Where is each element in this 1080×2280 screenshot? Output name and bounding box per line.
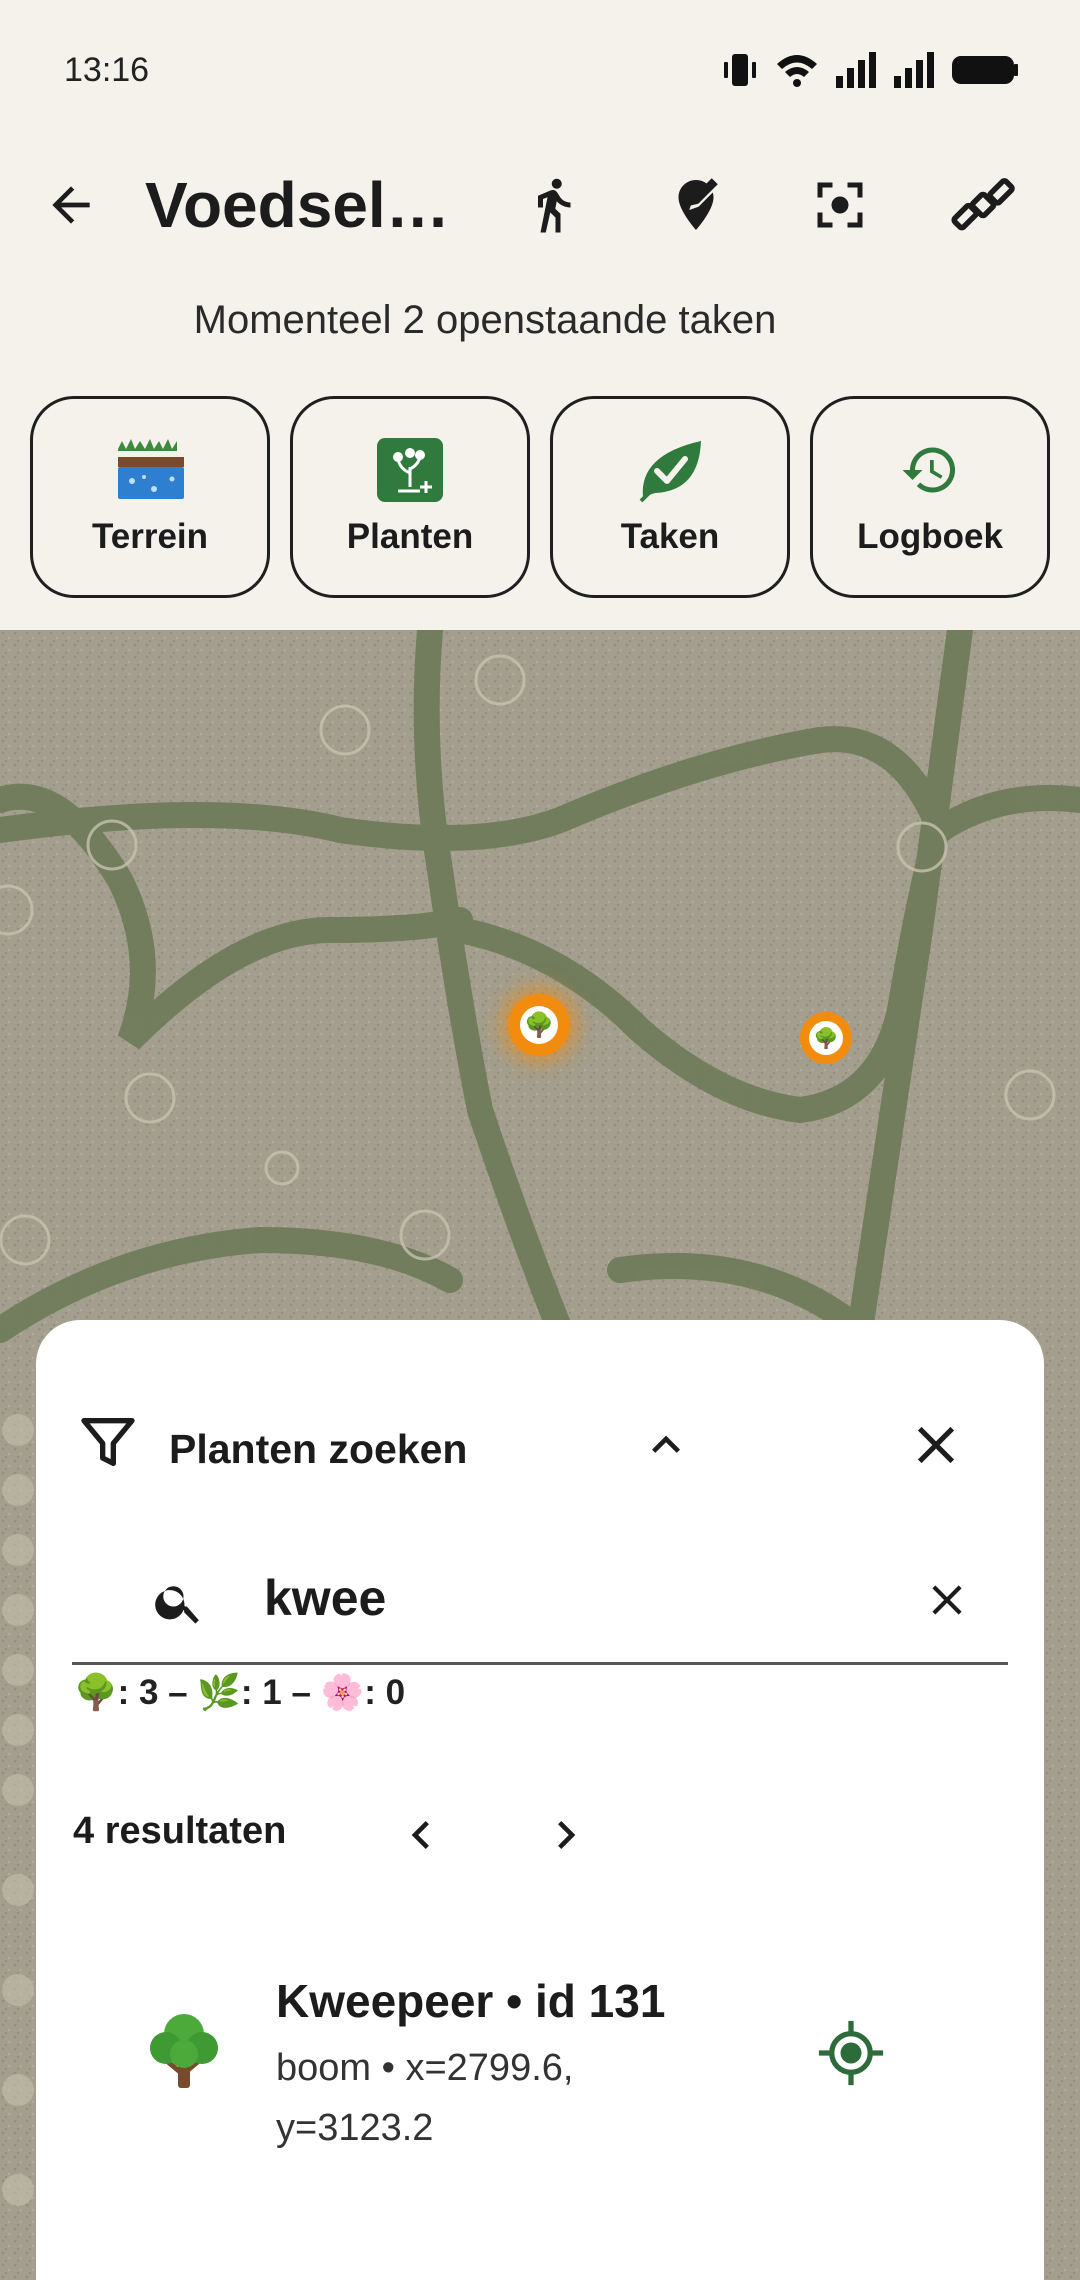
status-bar: 13:16 <box>0 0 1080 140</box>
plants-button[interactable]: Planten <box>290 396 530 598</box>
status-time: 13:16 <box>64 50 150 89</box>
focus-icon <box>817 182 863 228</box>
terrain-label: Terrein <box>91 517 209 556</box>
walk-button[interactable] <box>498 150 608 260</box>
tree-marker[interactable]: 🌳 <box>508 994 570 1056</box>
terrain-button[interactable]: Terrein <box>30 396 270 598</box>
signal-icon <box>836 52 876 88</box>
wifi-icon <box>777 55 817 87</box>
page-title: Voedselbos <box>145 169 475 241</box>
arrow-back-icon <box>52 186 90 224</box>
back-button[interactable] <box>16 150 126 260</box>
result-subtitle: boom • x=2799.6, y=3123.2 <box>276 2047 574 2149</box>
logbook-button[interactable]: Logboek <box>810 396 1050 598</box>
results-pager: 4 resultaten <box>36 1790 1044 1880</box>
close-button[interactable] <box>881 1390 991 1500</box>
walk-icon <box>538 178 571 233</box>
plants-label: Planten <box>346 517 474 556</box>
tasks-button[interactable]: Taken <box>550 396 790 598</box>
tree-icon: 🌳 <box>809 1021 843 1055</box>
search-input[interactable]: kwee <box>72 1535 1008 1665</box>
chevron-right-icon <box>558 1821 576 1849</box>
edit-location-icon <box>678 178 718 230</box>
history-icon <box>893 437 967 503</box>
terrain-icon <box>113 437 187 503</box>
clear-search-button[interactable] <box>910 1563 984 1637</box>
satellite-icon <box>951 178 1015 231</box>
next-result-button[interactable] <box>521 1790 611 1880</box>
collapse-button[interactable] <box>611 1390 721 1500</box>
sheet-header: Planten zoeken <box>36 1390 1044 1500</box>
tree-icon: 🌳 <box>520 1006 558 1044</box>
category-row: Terrein Planten Taken Logboek <box>30 396 1050 598</box>
edit-location-button[interactable] <box>641 150 751 260</box>
plant-search-sheet: Planten zoeken kwee 🌳: 3 – 🌿: 1 – 🌸: 0 4… <box>36 1320 1044 2280</box>
search-icon <box>155 1586 199 1624</box>
app-bar: Voedselbos <box>0 140 1080 270</box>
close-icon <box>917 1426 955 1464</box>
result-title: Kweepeer • id 131 <box>276 1975 666 2027</box>
logbook-label: Logboek <box>857 517 1003 556</box>
chevron-up-icon <box>652 1435 680 1453</box>
tasks-label: Taken <box>620 517 720 556</box>
tree-marker[interactable]: 🌳 <box>800 1012 852 1064</box>
open-tasks-text: Momenteel 2 openstaande taken <box>193 298 777 342</box>
vibrate-icon <box>724 54 756 86</box>
filter-icon <box>81 1418 135 1466</box>
my-location-icon <box>818 2020 884 2086</box>
plant-add-icon <box>373 437 447 503</box>
satellite-button[interactable] <box>928 150 1038 260</box>
results-count: 4 resultaten <box>73 1810 287 1852</box>
tree-icon <box>144 2010 224 2090</box>
leaf-check-icon <box>633 437 707 503</box>
status-icons <box>720 50 1020 90</box>
type-counts: 🌳: 3 – 🌿: 1 – 🌸: 0 <box>74 1673 406 1712</box>
signal-icon-2 <box>894 52 934 88</box>
battery-icon <box>952 56 1018 84</box>
focus-button[interactable] <box>785 150 895 260</box>
close-icon <box>932 1585 962 1615</box>
search-value[interactable]: kwee <box>264 1569 386 1627</box>
chevron-left-icon <box>411 1821 429 1849</box>
locate-plant-button[interactable] <box>796 1998 906 2108</box>
result-list-item[interactable]: Kweepeer • id 131 boom • x=2799.6, y=312… <box>36 1940 1044 2180</box>
previous-result-button[interactable] <box>376 1790 466 1880</box>
sheet-title: Planten zoeken <box>169 1426 468 1472</box>
